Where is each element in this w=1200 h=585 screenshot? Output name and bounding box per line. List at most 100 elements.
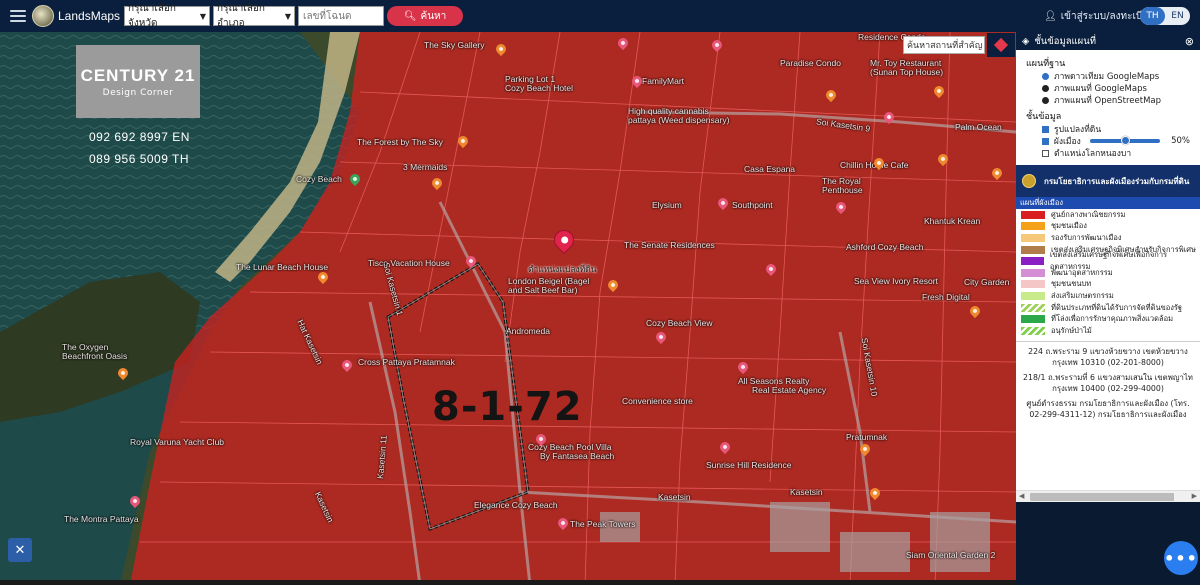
lang-en-button[interactable]: EN bbox=[1165, 7, 1190, 25]
place-label[interactable]: Tisco Vacation House bbox=[368, 258, 450, 268]
place-label[interactable]: By Fantasea Beach bbox=[540, 451, 614, 461]
legend-swatch bbox=[1021, 210, 1045, 219]
place-label[interactable]: Palm Ocean bbox=[955, 122, 1002, 132]
radio-selected bbox=[1042, 72, 1049, 80]
login-register-link[interactable]: 👤︎ เข้าสู่ระบบ/ลงทะเบียน bbox=[1044, 9, 1155, 24]
place-label[interactable]: Southpoint bbox=[732, 200, 773, 210]
district-select[interactable]: กรุณาเลือกอำเภอ ▼ bbox=[213, 3, 296, 29]
department-seal-icon bbox=[1022, 174, 1036, 188]
legend-swatch bbox=[1021, 257, 1044, 266]
search-button[interactable]: 🔍︎ ค้นหา bbox=[387, 6, 464, 26]
legend-item: ศูนย์กลางพาณิชยกรรม bbox=[1016, 209, 1200, 221]
layer-office-checkbox[interactable]: ตำแหน่งโลกหนองบา bbox=[1026, 147, 1190, 159]
place-label[interactable]: and Salt Beef Bar) bbox=[508, 285, 577, 295]
chevron-down-icon: ▼ bbox=[284, 11, 292, 21]
tools-button[interactable]: ✕ bbox=[8, 538, 32, 562]
place-label[interactable]: (Sunan Top House) bbox=[870, 67, 943, 77]
top-bar: LandsMaps กรุณาเลือกจังหวัด ▼ กรุณาเลือกอ… bbox=[0, 0, 1200, 32]
place-label[interactable]: Elegance Cozy Beach bbox=[474, 500, 558, 510]
road-label: Kasetsin bbox=[790, 487, 823, 497]
bottom-strip bbox=[0, 580, 1016, 585]
legend-swatch bbox=[1021, 233, 1045, 242]
legend-label: ที่โล่งเพื่อการรักษาคุณภาพสิ่งแวดล้อม bbox=[1051, 314, 1174, 324]
scroll-left-icon[interactable]: ◀ bbox=[1019, 492, 1024, 500]
tools-icon: ✕ bbox=[14, 542, 26, 558]
layers-toggle-button[interactable] bbox=[987, 33, 1015, 57]
place-label[interactable]: Sunrise Hill Residence bbox=[706, 460, 792, 470]
more-icon: ••• bbox=[1164, 548, 1198, 568]
road-label: Kasetsin bbox=[658, 492, 691, 502]
layers-panel-header: ◈ ชั้นข้อมูลแผนที่ ⊗ bbox=[1016, 32, 1200, 50]
department-banner: กรมโยธาธิการและผังเมืองร่วมกับกรมที่ดิน bbox=[1016, 165, 1200, 197]
legend-label: ชุมชนชนบท bbox=[1051, 279, 1092, 289]
place-label[interactable]: Ashford Cozy Beach bbox=[846, 242, 923, 252]
place-label[interactable]: The Senate Residences bbox=[624, 240, 715, 250]
scrollbar-thumb[interactable] bbox=[1030, 493, 1174, 501]
user-icon: 👤︎ bbox=[1044, 11, 1057, 22]
legend-item: อนุรักษ์ป่าไม้ bbox=[1016, 325, 1200, 337]
legend-swatch bbox=[1021, 268, 1045, 277]
legend-item: เขตส่งเสริมเศรษฐกิจพิเศษเพื่อกิจการอุตสา… bbox=[1016, 250, 1200, 271]
place-label[interactable]: 3 Mermaids bbox=[403, 162, 447, 172]
place-label[interactable]: Real Estate Agency bbox=[752, 385, 826, 395]
landsmaps-logo bbox=[32, 5, 54, 27]
place-label[interactable]: Royal Varuna Yacht Club bbox=[130, 437, 224, 447]
place-label[interactable]: Siam Oriental Garden 2 bbox=[906, 550, 995, 560]
chat-button[interactable]: ••• bbox=[1164, 541, 1198, 575]
panel-horizontal-scrollbar[interactable]: ◀ ▶ bbox=[1016, 490, 1200, 502]
menu-icon[interactable] bbox=[10, 10, 26, 22]
place-label[interactable]: Cross Pattaya Pratamnak bbox=[358, 357, 455, 367]
lang-th-button[interactable]: TH bbox=[1140, 7, 1165, 25]
place-label[interactable]: Penthouse bbox=[822, 185, 863, 195]
chevron-down-icon: ▼ bbox=[199, 11, 207, 21]
legend-item: ส่งเสริมเกษตรกรรม bbox=[1016, 290, 1200, 302]
place-label[interactable]: Elysium bbox=[652, 200, 682, 210]
place-label[interactable]: The Forest by The Sky bbox=[357, 137, 443, 147]
place-label[interactable]: City Garden bbox=[964, 277, 1009, 287]
layer-parcel-checkbox[interactable]: รูปแปลงที่ดิน bbox=[1026, 123, 1190, 135]
place-label[interactable]: Fresh Digital bbox=[922, 292, 970, 302]
province-select[interactable]: กรุณาเลือกจังหวัด ▼ bbox=[124, 3, 211, 29]
legend-item: ชุมชนเมือง bbox=[1016, 221, 1200, 233]
search-button-label: ค้นหา bbox=[420, 10, 447, 22]
landmark-search-input[interactable]: ค้นหาสถานที่สำคัญ bbox=[903, 36, 985, 54]
place-label[interactable]: The Montra Pattaya bbox=[64, 514, 139, 524]
contact-addresses: 224 ถ.พระราม 9 แขวงห้วยขวาง เขตห้วยขวาง … bbox=[1016, 340, 1200, 420]
checkbox-checked bbox=[1042, 125, 1049, 133]
radio bbox=[1042, 96, 1049, 104]
layer-label: ตำแหน่งโลกหนองบา bbox=[1054, 149, 1132, 159]
place-label[interactable]: FamilyMart bbox=[642, 76, 684, 86]
place-label[interactable]: Paradise Condo bbox=[780, 58, 841, 68]
place-label[interactable]: Sea View Ivory Resort bbox=[854, 276, 938, 286]
place-label[interactable]: Khantuk Krean bbox=[924, 216, 980, 226]
deed-number-input[interactable]: เลขที่โฉนด bbox=[298, 6, 385, 26]
place-label[interactable]: Cozy Beach bbox=[296, 174, 342, 184]
place-label[interactable]: pattaya (Weed dispensary) bbox=[628, 115, 729, 125]
place-label[interactable]: Pratumnak bbox=[846, 432, 887, 442]
radio bbox=[1042, 84, 1049, 92]
legend-label: ชุมชนเมือง bbox=[1051, 221, 1087, 231]
legend-swatch bbox=[1021, 303, 1045, 312]
place-label[interactable]: Casa Espana bbox=[744, 164, 795, 174]
place-label[interactable]: Cozy Beach View bbox=[646, 318, 712, 328]
place-label[interactable]: The Peak Towers bbox=[570, 519, 636, 529]
place-label[interactable]: The Lunar Beach House bbox=[236, 262, 328, 272]
place-label[interactable]: Andromeda bbox=[506, 326, 550, 336]
place-label[interactable]: Convenience store bbox=[622, 396, 693, 406]
legend-swatch bbox=[1021, 222, 1045, 231]
place-label[interactable]: Beachfront Oasis bbox=[62, 351, 127, 361]
address-line: ศูนย์ดำรงธรรม กรมโยธาธิการและผังเมือง (โ… bbox=[1026, 398, 1190, 419]
plot-area-label: 8-1-72 bbox=[432, 384, 583, 430]
opacity-slider[interactable] bbox=[1089, 136, 1161, 145]
slider-knob[interactable] bbox=[1121, 136, 1131, 145]
address-line: 218/1 ถ.พระรามที่ 6 แขวงสามเสนใน เขตพญาไ… bbox=[1023, 372, 1193, 393]
place-label[interactable]: The Sky Gallery bbox=[424, 40, 484, 50]
scroll-right-icon[interactable]: ▶ bbox=[1192, 492, 1197, 500]
close-icon[interactable]: ⊗ bbox=[1185, 35, 1194, 48]
place-label[interactable]: Cozy Beach Hotel bbox=[505, 83, 573, 93]
phone-en: 092 692 8997 EN bbox=[89, 130, 190, 144]
legend-title: แผนที่ผังเมือง bbox=[1016, 197, 1200, 209]
opacity-value: 50% bbox=[1171, 136, 1190, 146]
logo-subtitle: Design Corner bbox=[102, 87, 174, 98]
basemap-option-osm[interactable]: ภาพแผนที่ OpenStreetMap bbox=[1026, 94, 1190, 106]
